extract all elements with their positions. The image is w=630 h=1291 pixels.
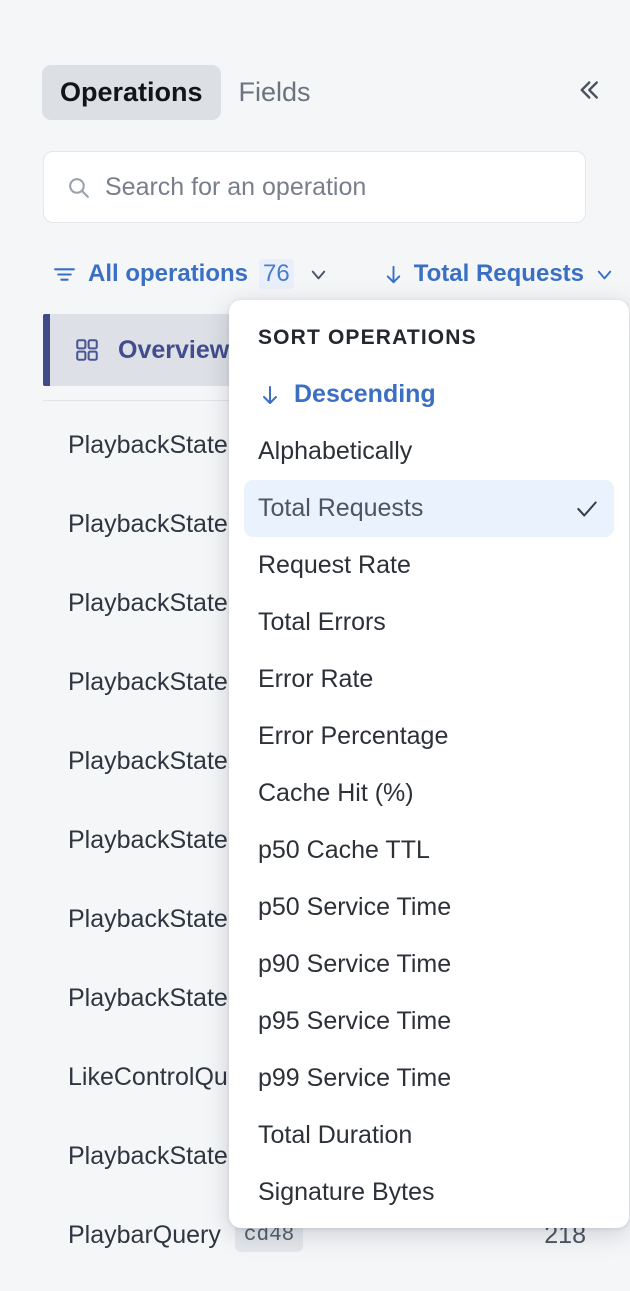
sort-menu-item-label: Total Requests [258,494,423,523]
sort-menu-item[interactable]: Total Requests [244,480,614,537]
sort-menu-title: SORT OPERATIONS [244,326,614,350]
sort-menu-item-label: Descending [294,380,436,409]
operation-name: LikeControlQu [68,1063,228,1092]
sort-menu-item-label: Cache Hit (%) [258,779,414,808]
chevron-down-icon [593,263,616,286]
search-box[interactable] [43,151,586,223]
operation-name: PlaybackState [68,1142,228,1171]
filter-sort-bar: All operations 76 Total Requests [0,250,630,298]
sort-menu-item[interactable]: p50 Cache TTL [244,822,614,879]
sort-menu-item-label: Alphabetically [258,437,412,466]
sort-menu-item[interactable]: p95 Service Time [244,993,614,1050]
sort-menu-item[interactable]: Signature Bytes [244,1164,614,1221]
sort-menu-item[interactable]: Alphabetically [244,423,614,480]
sort-menu-item-label: p50 Cache TTL [258,836,430,865]
sort-menu-item[interactable]: p50 Service Time [244,879,614,936]
sort-menu-item-label: p99 Service Time [258,1064,451,1093]
sort-menu-item[interactable]: Total Duration [244,1107,614,1164]
sort-menu-item-list: Descending Alphabetically Total Requests Re… [244,366,614,1221]
sort-menu-item[interactable]: Total Errors [244,594,614,651]
operation-name: PlaybackState [68,668,228,697]
grid-squares-icon [74,337,100,363]
sort-menu-item-label: Error Percentage [258,722,448,751]
sort-menu-item-label: Total Errors [258,608,386,637]
sort-label: Total Requests [414,260,584,288]
sort-menu-item[interactable]: Error Rate [244,651,614,708]
sort-menu-item-label: Total Duration [258,1121,412,1150]
filter-lines-icon [52,262,77,287]
collapse-panel-button[interactable] [568,72,608,112]
search-icon [66,175,91,200]
sort-menu-item-label: p95 Service Time [258,1007,451,1036]
operation-name: PlaybackState [68,510,228,539]
arrow-down-icon [382,263,405,286]
all-operations-filter[interactable]: All operations 76 [52,259,330,289]
operation-name: PlaybackState [68,826,228,855]
operation-name: PlaybackState [68,589,228,618]
sort-menu-item[interactable]: p90 Service Time [244,936,614,993]
overview-label: Overview [118,336,229,365]
operation-name: PlaybackState [68,905,228,934]
sort-menu-item-label: Request Rate [258,551,411,580]
operation-name: PlaybackState [68,984,228,1013]
sort-menu-item-label: p90 Service Time [258,950,451,979]
double-chevron-left-icon [573,75,603,110]
search-input[interactable] [105,173,563,202]
sort-menu-item[interactable]: p99 Service Time [244,1050,614,1107]
tab-fields[interactable]: Fields [221,65,329,120]
sort-menu-item-label: Error Rate [258,665,373,694]
filter-count-badge: 76 [259,259,294,289]
tab-bar: Operations Fields [0,58,630,126]
sort-menu-item-label: Signature Bytes [258,1178,435,1207]
operation-name: PlaybackState [68,747,228,776]
sort-menu-item[interactable]: Error Percentage [244,708,614,765]
sort-operations-menu: SORT OPERATIONS Descending Alphabetically… [229,300,629,1228]
check-icon [574,496,600,522]
operations-panel: Operations Fields [0,0,630,1291]
filter-label: All operations [88,260,248,288]
sort-menu-item[interactable]: Request Rate [244,537,614,594]
sort-menu-item[interactable]: Cache Hit (%) [244,765,614,822]
sort-control[interactable]: Total Requests [382,260,616,288]
tab-operations[interactable]: Operations [42,65,221,120]
operation-name: PlaybarQuery [68,1221,221,1250]
sort-menu-item-label: p50 Service Time [258,893,451,922]
sort-menu-item[interactable]: Descending [244,366,614,423]
chevron-down-icon [307,263,330,286]
operation-name: PlaybackState [68,431,228,460]
arrow-down-icon [258,383,282,407]
